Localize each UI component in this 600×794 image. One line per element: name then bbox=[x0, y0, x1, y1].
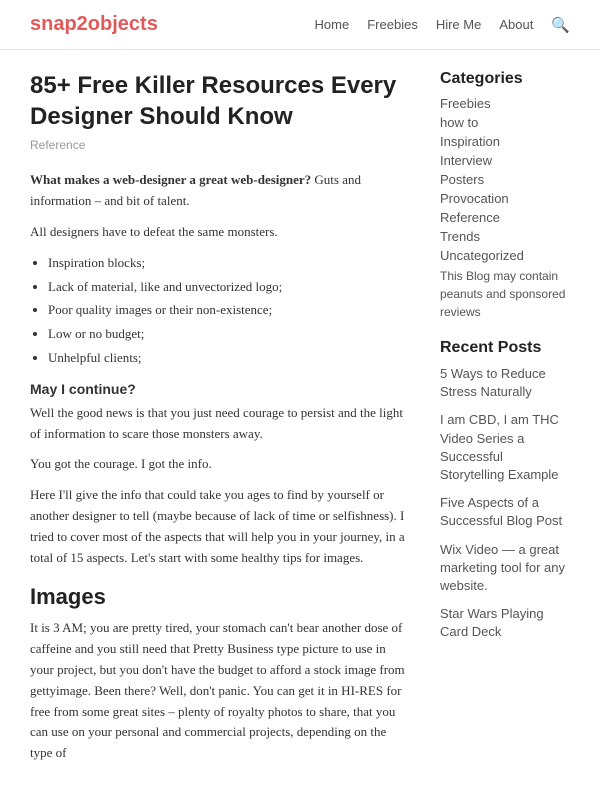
list-item: Poor quality images or their non-existen… bbox=[48, 300, 410, 321]
sidebar-cat-howto[interactable]: how to bbox=[440, 115, 570, 130]
nav-about[interactable]: About bbox=[499, 17, 533, 32]
sidebar: Categories Freebies how to Inspiration I… bbox=[440, 70, 570, 774]
list-item: Low or no budget; bbox=[48, 324, 410, 345]
recent-post-item: Star Wars Playing Card Deck bbox=[440, 605, 570, 641]
bullet-list: Inspiration blocks; Lack of material, li… bbox=[48, 253, 410, 369]
nav-home[interactable]: Home bbox=[315, 17, 350, 32]
recent-post-link-3[interactable]: Five Aspects of a Successful Blog Post bbox=[440, 494, 570, 530]
main-nav: Home Freebies Hire Me About 🔍 bbox=[315, 16, 570, 34]
para3: You got the courage. I got the info. bbox=[30, 454, 410, 475]
recent-post-link-2[interactable]: I am CBD, I am THC Video Series a Succes… bbox=[440, 411, 570, 484]
sidebar-cat-posters[interactable]: Posters bbox=[440, 172, 570, 187]
sidebar-note: This Blog may contain peanuts and sponso… bbox=[440, 267, 570, 321]
para4: Here I'll give the info that could take … bbox=[30, 485, 410, 568]
site-logo[interactable]: snap2objects bbox=[30, 13, 158, 36]
sidebar-cat-uncategorized[interactable]: Uncategorized bbox=[440, 248, 570, 263]
nav-hire-me[interactable]: Hire Me bbox=[436, 17, 482, 32]
categories-title: Categories bbox=[440, 70, 570, 88]
main-layout: 85+ Free Killer Resources Every Designer… bbox=[0, 50, 600, 794]
list-item: Inspiration blocks; bbox=[48, 253, 410, 274]
recent-post-item: I am CBD, I am THC Video Series a Succes… bbox=[440, 411, 570, 484]
intro-paragraph: What makes a web-designer a great web-de… bbox=[30, 170, 410, 212]
nav-freebies[interactable]: Freebies bbox=[367, 17, 418, 32]
page-title: 85+ Free Killer Resources Every Designer… bbox=[30, 70, 410, 132]
list-item: Unhelpful clients; bbox=[48, 348, 410, 369]
recent-post-item: 5 Ways to Reduce Stress Naturally bbox=[440, 365, 570, 401]
sidebar-cat-provocation[interactable]: Provocation bbox=[440, 191, 570, 206]
intro-bold: What makes a web-designer a great web-de… bbox=[30, 172, 311, 187]
sidebar-cat-freebies[interactable]: Freebies bbox=[440, 96, 570, 111]
para2: Well the good news is that you just need… bbox=[30, 403, 410, 445]
sidebar-cat-reference[interactable]: Reference bbox=[440, 210, 570, 225]
sidebar-cat-interview[interactable]: Interview bbox=[440, 153, 570, 168]
recent-posts-section: Recent Posts 5 Ways to Reduce Stress Nat… bbox=[440, 339, 570, 641]
search-icon[interactable]: 🔍 bbox=[551, 16, 570, 34]
list-item: Lack of material, like and unvectorized … bbox=[48, 277, 410, 298]
article-tag: Reference bbox=[30, 138, 410, 152]
para1: All designers have to defeat the same mo… bbox=[30, 222, 410, 243]
recent-post-link-4[interactable]: Wix Video — a great marketing tool for a… bbox=[440, 541, 570, 596]
recent-post-item: Five Aspects of a Successful Blog Post bbox=[440, 494, 570, 530]
article-body: What makes a web-designer a great web-de… bbox=[30, 170, 410, 764]
para5: It is 3 AM; you are pretty tired, your s… bbox=[30, 618, 410, 764]
site-header: snap2objects Home Freebies Hire Me About… bbox=[0, 0, 600, 50]
recent-posts-title: Recent Posts bbox=[440, 339, 570, 357]
recent-post-item: Wix Video — a great marketing tool for a… bbox=[440, 541, 570, 596]
section-images-heading: Images bbox=[30, 584, 410, 610]
subheading-continue: May I continue? bbox=[30, 381, 410, 397]
article-content: 85+ Free Killer Resources Every Designer… bbox=[30, 70, 410, 774]
sidebar-cat-trends[interactable]: Trends bbox=[440, 229, 570, 244]
sidebar-cat-inspiration[interactable]: Inspiration bbox=[440, 134, 570, 149]
recent-post-link-5[interactable]: Star Wars Playing Card Deck bbox=[440, 605, 570, 641]
recent-post-link-1[interactable]: 5 Ways to Reduce Stress Naturally bbox=[440, 365, 570, 401]
categories-section: Categories Freebies how to Inspiration I… bbox=[440, 70, 570, 321]
